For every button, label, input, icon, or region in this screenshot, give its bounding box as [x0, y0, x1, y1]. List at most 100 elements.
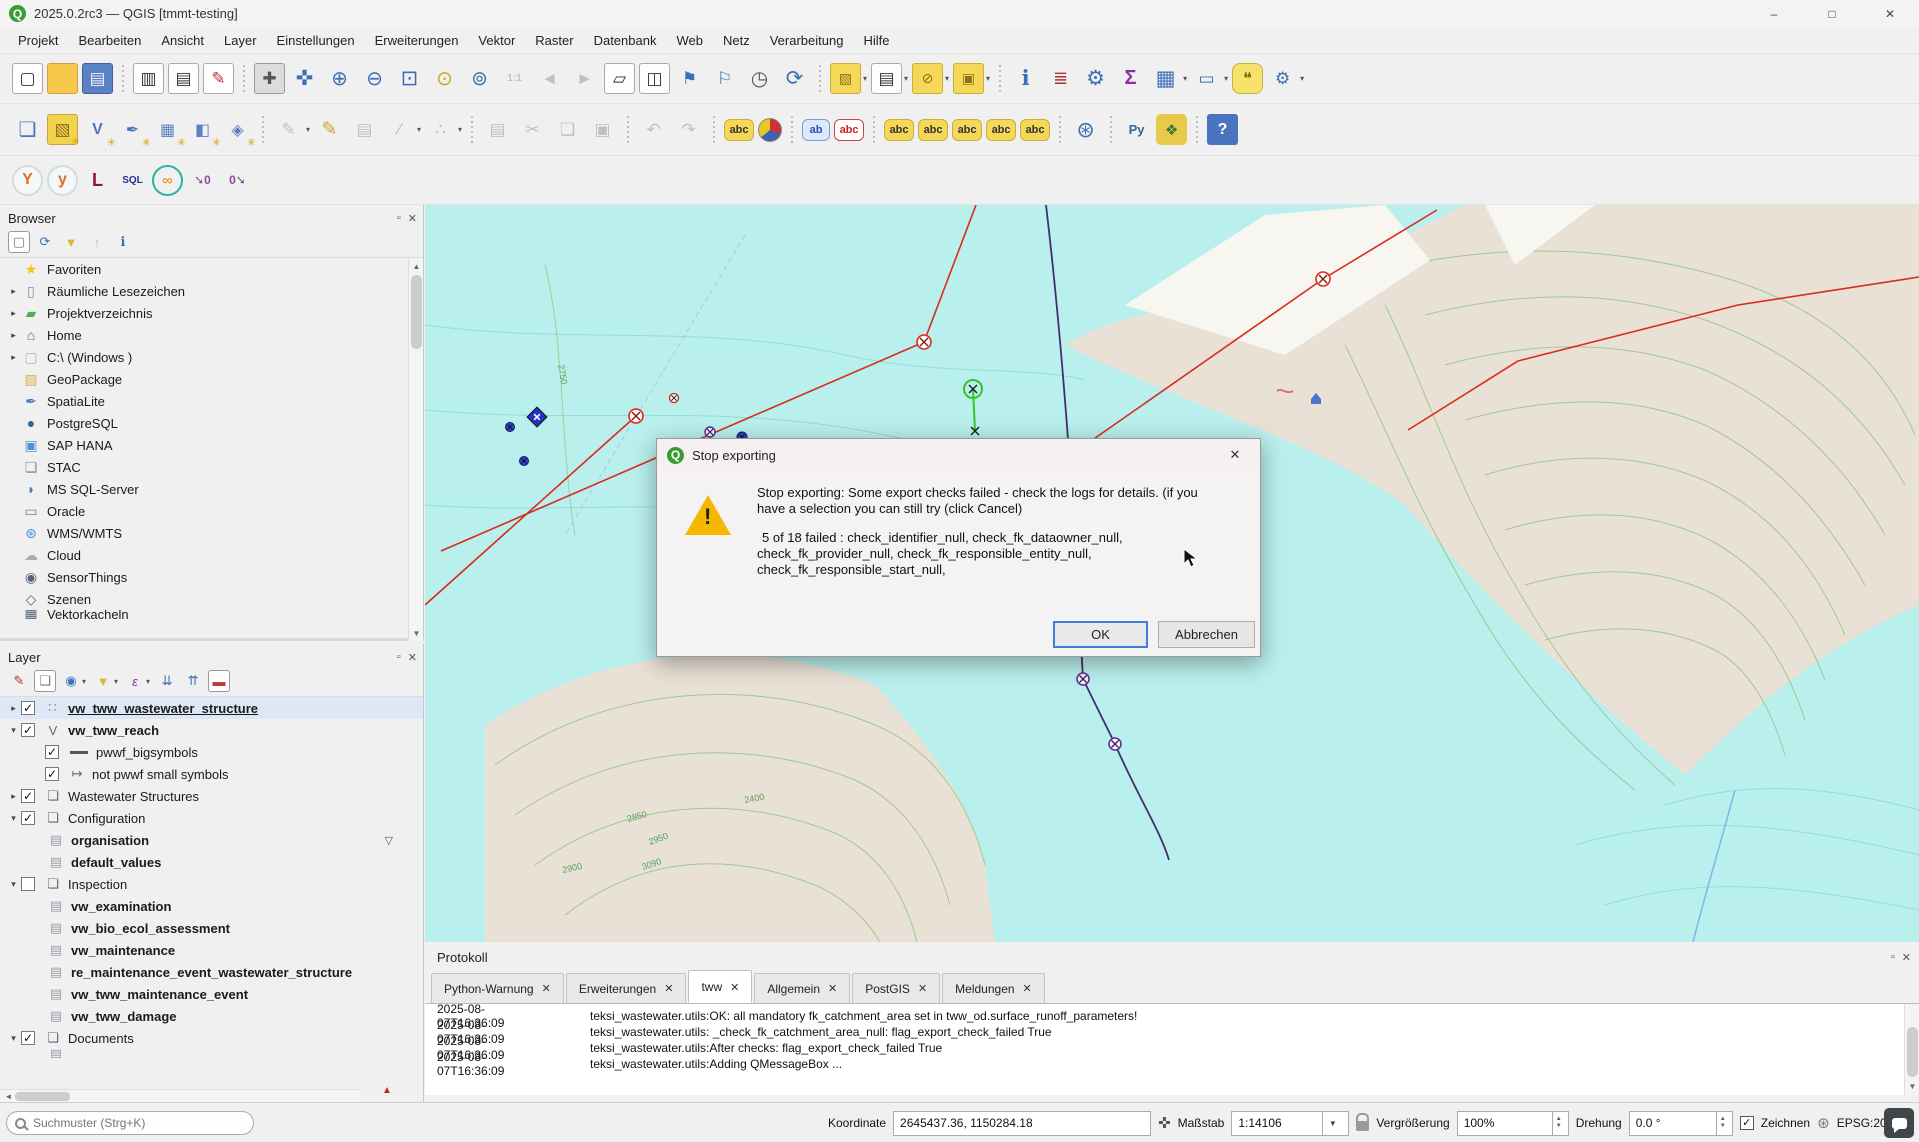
- browser-item-szenen[interactable]: ◇Szenen: [0, 588, 423, 610]
- browser-item-cloud[interactable]: ☁Cloud: [0, 544, 423, 566]
- zoom-next-icon[interactable]: ►: [569, 63, 600, 94]
- deselect-features-icon[interactable]: ⊘: [912, 63, 943, 94]
- expand-icon[interactable]: ▸: [6, 286, 21, 297]
- refresh-map-icon[interactable]: ⟳: [779, 63, 810, 94]
- deselect-features-icon-dropdown[interactable]: ▾: [945, 74, 949, 83]
- menu-item-bearbeiten[interactable]: Bearbeiten: [68, 29, 151, 52]
- zoom-last-icon[interactable]: ◄: [534, 63, 565, 94]
- undo-icon[interactable]: ↶: [638, 114, 669, 145]
- zoom-to-layer-icon[interactable]: ⊙: [429, 63, 460, 94]
- layer-filter-legend-icon[interactable]: ▼: [92, 670, 114, 692]
- statistical-summary-icon[interactable]: ≣: [1045, 63, 1076, 94]
- maximize-button[interactable]: □: [1803, 0, 1861, 27]
- new-virtual-point-layer-icon[interactable]: ◈: [222, 114, 253, 145]
- cancel-button[interactable]: Abbrechen: [1158, 621, 1255, 648]
- layer-row-vw-tww-reach[interactable]: ▾Vvw_tww_reach: [0, 719, 423, 741]
- layer-row-vw-maintenance[interactable]: ▤vw_maintenance: [0, 939, 423, 961]
- browser-add-layer-icon[interactable]: ▢: [8, 231, 30, 253]
- tab-close-icon[interactable]: ✕: [828, 982, 837, 995]
- pinned-labels-icon[interactable]: ab: [802, 119, 830, 141]
- menu-item-layer[interactable]: Layer: [214, 29, 267, 52]
- koordinate-input[interactable]: 2645437.36, 1150284.18: [893, 1111, 1151, 1136]
- layer-labeling-icon[interactable]: abc: [724, 119, 754, 141]
- menu-item-hilfe[interactable]: Hilfe: [853, 29, 899, 52]
- measure-icon[interactable]: ▭: [1191, 63, 1222, 94]
- layer-visibility-icon[interactable]: ◉: [60, 670, 82, 692]
- current-edits-icon-dropdown[interactable]: ▾: [306, 125, 310, 134]
- identify-features-icon[interactable]: ℹ: [1010, 63, 1041, 94]
- layer-checkbox[interactable]: [45, 745, 59, 759]
- help-icon[interactable]: ?: [1207, 114, 1238, 145]
- browser-item-spatialite[interactable]: ✒SpatiaLite: [0, 390, 423, 412]
- layer-collapse-all-icon[interactable]: ⇈: [182, 670, 204, 692]
- browser-filter-icon[interactable]: ▼: [60, 231, 82, 253]
- cut-features-icon[interactable]: ✂: [517, 114, 548, 145]
- massstab-dropdown-icon[interactable]: ▼: [1322, 1112, 1342, 1135]
- processing-algorithms-icon-dropdown[interactable]: ▾: [1300, 74, 1304, 83]
- browser-item-stac[interactable]: ❏STAC: [0, 456, 423, 478]
- show-bookmarks-icon[interactable]: ⚐: [709, 63, 740, 94]
- save-layer-edits-icon[interactable]: ▤: [349, 114, 380, 145]
- drehung-spin-icons[interactable]: ▲▼: [1716, 1112, 1726, 1135]
- layer-close-icon[interactable]: ✕: [408, 651, 417, 664]
- browser-refresh-icon[interactable]: ⟳: [34, 231, 56, 253]
- expand-icon[interactable]: ▸: [6, 308, 21, 319]
- zoom-native-icon[interactable]: 1:1: [499, 63, 530, 94]
- expand-icon[interactable]: ▸: [6, 703, 21, 714]
- browser-scrollbar[interactable]: ▲ ▼: [408, 259, 423, 641]
- attribute-table-icon[interactable]: ▦: [1150, 63, 1181, 94]
- tww-import-zero-icon[interactable]: 0➘: [222, 165, 253, 196]
- layer-diagram-icon[interactable]: [758, 118, 782, 142]
- layer-filter-legend-icon-dropdown[interactable]: ▾: [114, 677, 118, 686]
- menu-item-einstellungen[interactable]: Einstellungen: [267, 29, 365, 52]
- tww-network-trace-icon[interactable]: y: [47, 165, 78, 196]
- attribute-table-icon-dropdown[interactable]: ▾: [1183, 74, 1187, 83]
- pan-to-selection-icon[interactable]: ✜: [289, 63, 320, 94]
- browser-item-ms-sql-server[interactable]: ◗MS SQL-Server: [0, 478, 423, 500]
- measure-icon-dropdown[interactable]: ▾: [1224, 74, 1228, 83]
- select-all-icon-dropdown[interactable]: ▾: [986, 74, 990, 83]
- expand-icon[interactable]: ▸: [6, 791, 21, 802]
- log-close-icon[interactable]: ✕: [1902, 951, 1911, 964]
- paste-features-icon[interactable]: ▣: [587, 114, 618, 145]
- tww-sql-icon[interactable]: SQL: [117, 165, 148, 196]
- expand-icon[interactable]: ▸: [6, 330, 21, 341]
- unplaced-labels-icon[interactable]: abc: [834, 119, 864, 141]
- new-mesh-layer-icon[interactable]: ▦: [152, 114, 183, 145]
- layer-expand-all-icon[interactable]: ⇊: [156, 670, 178, 692]
- expand-icon[interactable]: ▾: [6, 879, 21, 890]
- browser-item-vektorkacheln[interactable]: ▦Vektorkacheln: [0, 610, 423, 619]
- expand-icon[interactable]: ▾: [6, 725, 21, 736]
- menu-item-web[interactable]: Web: [666, 29, 713, 52]
- zoom-in-icon[interactable]: ⊕: [324, 63, 355, 94]
- python-console-icon[interactable]: Py: [1121, 114, 1152, 145]
- layer-row-vw-tww-maintenance-event[interactable]: ▤vw_tww_maintenance_event: [0, 983, 423, 1005]
- log-tab-postgis[interactable]: PostGIS✕: [852, 973, 940, 1003]
- layer-checkbox[interactable]: [45, 767, 59, 781]
- browser-item-home[interactable]: ▸⌂Home: [0, 324, 423, 346]
- new-temporary-scratch-layer-icon[interactable]: ✒: [117, 114, 148, 145]
- expand-icon[interactable]: ▾: [6, 813, 21, 824]
- select-all-icon[interactable]: ▣: [953, 63, 984, 94]
- layer-row-default-values[interactable]: ▤default_values: [0, 851, 423, 873]
- browser-item-projektverzeichnis[interactable]: ▸▰Projektverzeichnis: [0, 302, 423, 324]
- processing-algorithms-icon[interactable]: ⚙: [1267, 63, 1298, 94]
- plugin-manager-icon[interactable]: ❖: [1156, 114, 1187, 145]
- layer-filter-expression-icon[interactable]: ε: [124, 670, 146, 692]
- menu-item-erweiterungen[interactable]: Erweiterungen: [365, 29, 469, 52]
- zoom-to-selection-icon[interactable]: ⊚: [464, 63, 495, 94]
- search-box[interactable]: [6, 1111, 254, 1135]
- digitize-icon[interactable]: ∕: [384, 114, 415, 145]
- layer-checkbox[interactable]: [21, 789, 35, 803]
- tab-close-icon[interactable]: ✕: [1023, 982, 1032, 995]
- log-tab-erweiterungen[interactable]: Erweiterungen✕: [566, 973, 687, 1003]
- menu-item-datenbank[interactable]: Datenbank: [584, 29, 667, 52]
- layer-visibility-icon-dropdown[interactable]: ▾: [82, 677, 86, 686]
- zeichnen-checkbox[interactable]: [1740, 1116, 1754, 1130]
- expand-icon[interactable]: ▸: [6, 352, 21, 363]
- layer-style-icon[interactable]: ✎: [8, 670, 30, 692]
- menu-item-projekt[interactable]: Projekt: [8, 29, 68, 52]
- massstab-combo[interactable]: 1:14106 ▼: [1231, 1111, 1349, 1136]
- pin-unpin-labels-icon[interactable]: abc: [884, 119, 914, 141]
- layer-row-not-pwwf-small-symbols[interactable]: ↦not pwwf small symbols: [0, 763, 423, 785]
